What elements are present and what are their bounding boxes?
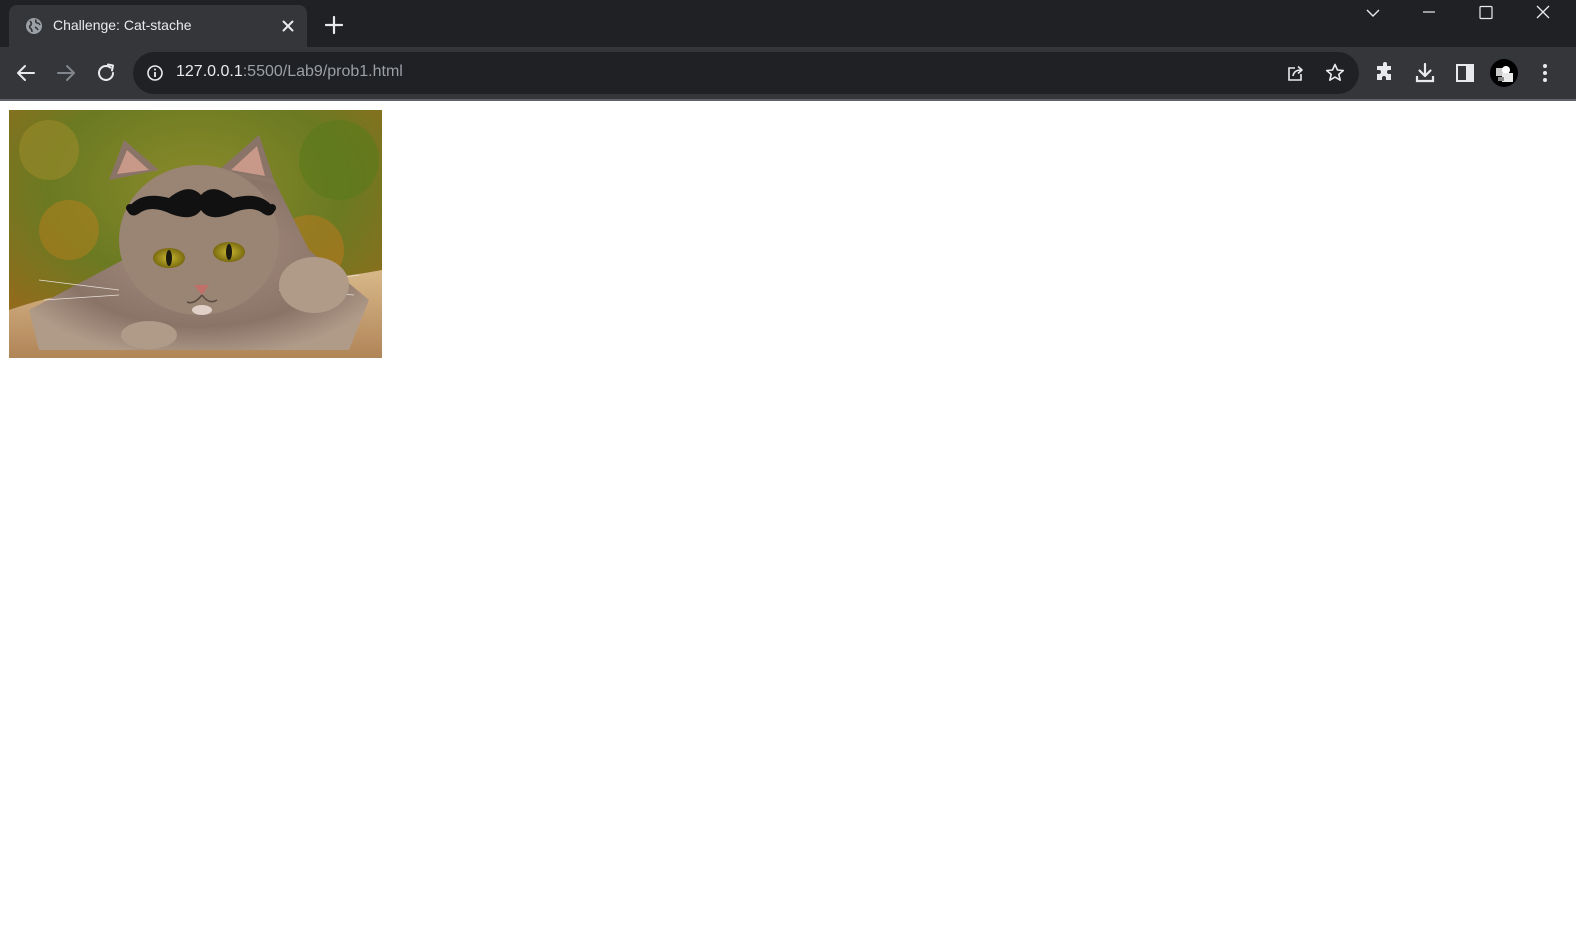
close-icon[interactable] [1520,0,1566,28]
url-path: :5500/Lab9/prob1.html [242,63,403,80]
back-arrow-icon[interactable] [14,61,38,85]
tab-title: Challenge: Cat-stache [53,17,192,33]
side-panel-icon[interactable] [1453,61,1477,85]
tab-strip: Challenge: Cat-stache [0,0,1576,47]
url-text[interactable]: 127.0.0.1:5500/Lab9/prob1.html [176,63,403,81]
page-content [0,101,1576,940]
close-tab-icon[interactable] [279,17,297,35]
cat-mustache-image [9,110,382,358]
globe-icon [26,18,42,34]
forward-arrow-icon[interactable] [54,61,78,85]
new-tab-icon[interactable] [323,14,345,36]
extensions-icon[interactable] [1373,61,1397,85]
maximize-icon[interactable] [1463,0,1509,28]
reload-icon[interactable] [94,61,118,85]
address-bar[interactable]: 127.0.0.1:5500/Lab9/prob1.html [133,52,1359,94]
download-icon[interactable] [1413,61,1437,85]
browser-window: Challenge: Cat-stache 127.0.0.1:5500/Lab… [0,0,1576,940]
star-icon[interactable] [1323,61,1347,85]
toolbar: 127.0.0.1:5500/Lab9/prob1.html [0,47,1576,99]
info-icon[interactable] [146,64,164,82]
tab-active[interactable]: Challenge: Cat-stache [9,5,307,47]
url-host: 127.0.0.1 [176,63,243,80]
tab-search-icon[interactable] [1350,0,1396,28]
minimize-icon[interactable] [1406,0,1452,28]
avatar[interactable] [1490,59,1518,87]
menu-icon[interactable] [1533,61,1557,85]
share-icon[interactable] [1284,61,1308,85]
